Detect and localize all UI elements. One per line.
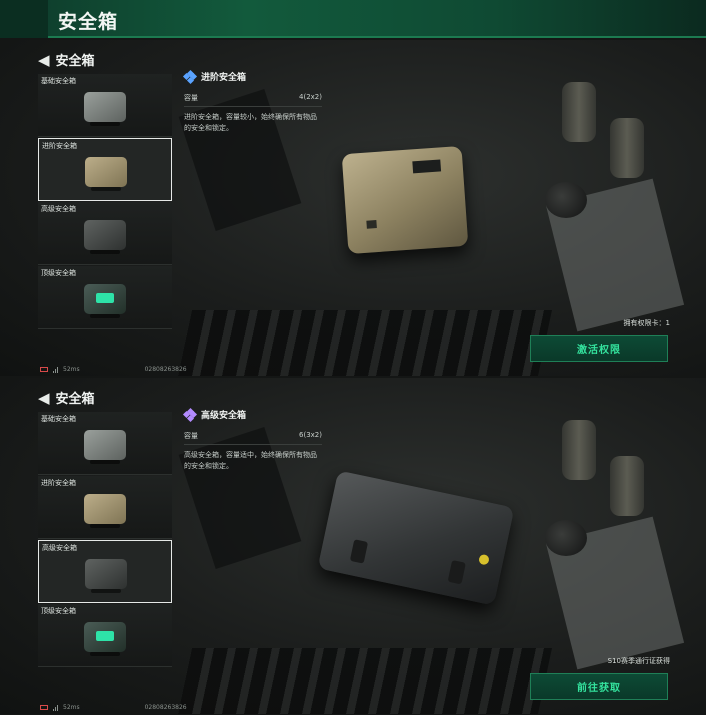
- capacity-label: 容量: [184, 432, 198, 440]
- safe-box-item-top[interactable]: 顶级安全箱: [38, 266, 172, 329]
- safe-box-thumbnail: [84, 284, 126, 318]
- capacity-value: 4(2x2): [299, 93, 322, 101]
- safe-box-list: 基础安全箱 进阶安全箱 高级安全箱 顶级安全箱: [38, 412, 172, 668]
- safe-box-item-label: 进阶安全箱: [42, 142, 77, 150]
- safe-box-list: 基础安全箱 进阶安全箱 高级安全箱 顶级安全箱: [38, 74, 172, 330]
- capacity-label: 容量: [184, 94, 198, 102]
- capacity-row: 容量 6(3x2): [184, 431, 322, 445]
- safe-box-thumbnail: [84, 494, 126, 528]
- safe-box-item-top[interactable]: 顶级安全箱: [38, 604, 172, 667]
- background-canister: [562, 82, 596, 142]
- safe-box-item-label: 顶级安全箱: [41, 607, 76, 615]
- safe-box-item-advanced[interactable]: 进阶安全箱: [38, 138, 172, 201]
- top-bar: 安全箱: [0, 0, 706, 38]
- signal-icon: [53, 704, 58, 711]
- background-grate: [177, 310, 553, 376]
- safe-box-item-basic[interactable]: 基础安全箱: [38, 412, 172, 475]
- capacity-value: 6(3x2): [299, 431, 322, 439]
- background-grenade: [545, 520, 587, 556]
- permission-note: 拥有权限卡：1: [623, 319, 670, 327]
- record-icon: [40, 705, 48, 710]
- panel-header: ◀ 安全箱: [38, 50, 95, 70]
- safe-box-thumbnail: [84, 92, 126, 126]
- signal-icon: [53, 366, 58, 373]
- purple-diamond-icon: [182, 407, 198, 422]
- player-code: 02808263826: [144, 704, 187, 711]
- panel-title: 安全箱: [55, 392, 95, 407]
- go-obtain-button[interactable]: 前往获取: [530, 673, 668, 700]
- panel-title: 安全箱: [55, 54, 95, 69]
- safe-box-thumbnail: [84, 430, 126, 464]
- ping-value: 52ms: [63, 366, 80, 373]
- detail-description: 高级安全箱，容量适中，始终确保所有物品的安全和锁定。: [184, 451, 317, 470]
- safe-box-thumbnail: [84, 622, 126, 656]
- case-latch: [349, 539, 369, 564]
- status-bar: 52ms 02808263826: [40, 366, 187, 373]
- safe-box-item-label: 顶级安全箱: [41, 269, 76, 277]
- case-lock: [366, 220, 377, 229]
- safe-box-item-label: 基础安全箱: [41, 415, 76, 423]
- ping-value: 52ms: [63, 704, 80, 711]
- safe-box-thumbnail: [84, 220, 126, 254]
- safe-box-model: [341, 145, 469, 255]
- player-code: 02808263826: [144, 366, 187, 373]
- capacity-row: 容量 4(2x2): [184, 93, 322, 107]
- safe-box-panel-advanced: ◀ 安全箱 基础安全箱 进阶安全箱 高级安全箱 顶级安全箱 进阶安全箱 容量 4…: [0, 40, 706, 376]
- case-tag: [412, 159, 442, 174]
- case-latch: [447, 560, 466, 585]
- case-badge: [478, 553, 490, 566]
- background-canister: [562, 420, 596, 480]
- safe-box-detail: 高级安全箱 容量 6(3x2) 高级安全箱，容量适中，始终确保所有物品的安全和锁…: [182, 407, 322, 472]
- background-grate: [177, 648, 553, 714]
- background-grenade: [545, 182, 587, 218]
- blue-diamond-icon: [182, 69, 198, 84]
- season-note: S10赛季通行证获得: [607, 657, 670, 665]
- record-icon: [40, 367, 48, 372]
- back-arrow-icon[interactable]: ◀: [38, 389, 50, 407]
- detail-name: 进阶安全箱: [201, 73, 247, 83]
- safe-box-detail: 进阶安全箱 容量 4(2x2) 进阶安全箱，容量较小，始终确保所有物品的安全和锁…: [182, 69, 322, 134]
- top-bar-accent: [0, 0, 48, 38]
- safe-box-item-label: 高级安全箱: [41, 205, 76, 213]
- safe-box-panel-premium: ◀ 安全箱 基础安全箱 进阶安全箱 高级安全箱 顶级安全箱 高级安全箱 容量 6…: [0, 378, 706, 714]
- app-title: 安全箱: [58, 11, 119, 33]
- safe-box-thumbnail: [85, 157, 127, 191]
- safe-box-item-label: 高级安全箱: [42, 544, 77, 552]
- background-canister: [610, 456, 644, 516]
- panel-header: ◀ 安全箱: [38, 388, 95, 408]
- detail-description: 进阶安全箱，容量较小，始终确保所有物品的安全和锁定。: [184, 113, 317, 132]
- safe-box-model: [317, 470, 515, 606]
- detail-name: 高级安全箱: [201, 411, 247, 421]
- back-arrow-icon[interactable]: ◀: [38, 51, 50, 69]
- background-canister: [610, 118, 644, 178]
- activate-permission-button[interactable]: 激活权限: [530, 335, 668, 362]
- safe-box-item-premium[interactable]: 高级安全箱: [38, 540, 172, 603]
- safe-box-thumbnail: [85, 559, 127, 593]
- safe-box-item-label: 进阶安全箱: [41, 479, 76, 487]
- status-bar: 52ms 02808263826: [40, 704, 187, 711]
- safe-box-item-label: 基础安全箱: [41, 77, 76, 85]
- safe-box-item-basic[interactable]: 基础安全箱: [38, 74, 172, 137]
- safe-box-item-premium[interactable]: 高级安全箱: [38, 202, 172, 265]
- safe-box-item-advanced[interactable]: 进阶安全箱: [38, 476, 172, 539]
